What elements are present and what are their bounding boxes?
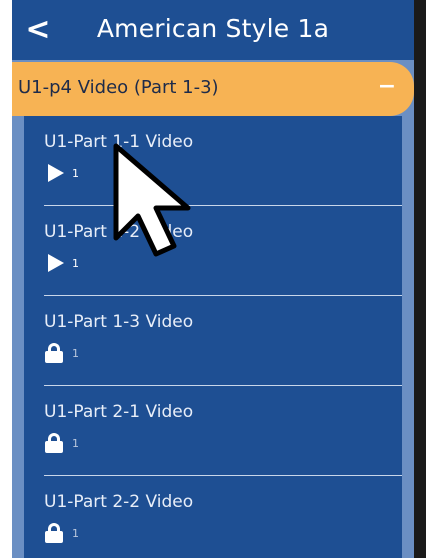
item-meta: 1 (44, 522, 79, 544)
header-bar: < American Style 1a (12, 0, 414, 60)
item-meta: 1 (44, 162, 79, 184)
video-list: U1-Part 1-1 Video 1 U1-Part 1-2 Video 1 … (24, 116, 402, 558)
item-count: 1 (72, 436, 79, 450)
collapse-icon[interactable]: − (376, 76, 398, 98)
list-item[interactable]: U1-Part 1-3 Video 1 (24, 296, 402, 386)
mouse-pointer-icon (113, 143, 191, 257)
item-meta: 1 (44, 342, 79, 364)
list-item[interactable]: U1-Part 2-2 Video 1 (24, 476, 402, 558)
item-count: 1 (72, 166, 79, 180)
lock-icon (44, 523, 64, 543)
play-icon (48, 164, 64, 182)
screen-edge (414, 0, 426, 558)
item-count: 1 (72, 526, 79, 540)
list-item[interactable]: U1-Part 1-2 Video 1 (24, 206, 402, 296)
item-count: 1 (72, 346, 79, 360)
section-header[interactable]: U1-p4 Video (Part 1-3) − (12, 62, 414, 116)
item-title: U1-Part 1-3 Video (44, 312, 194, 332)
list-item[interactable]: U1-Part 2-1 Video 1 (24, 386, 402, 476)
lock-icon (44, 343, 64, 363)
item-title: U1-Part 2-1 Video (44, 402, 194, 422)
list-item[interactable]: U1-Part 1-1 Video 1 (24, 116, 402, 206)
item-meta: 1 (44, 252, 79, 274)
play-icon (48, 254, 64, 272)
section-label: U1-p4 Video (Part 1-3) (18, 77, 219, 98)
page-title: American Style 1a (96, 14, 330, 43)
item-count: 1 (72, 256, 79, 270)
lock-icon (44, 433, 64, 453)
app-frame: < American Style 1a U1-p4 Video (Part 1-… (12, 0, 414, 558)
item-title: U1-Part 2-2 Video (44, 492, 194, 512)
item-meta: 1 (44, 432, 79, 454)
